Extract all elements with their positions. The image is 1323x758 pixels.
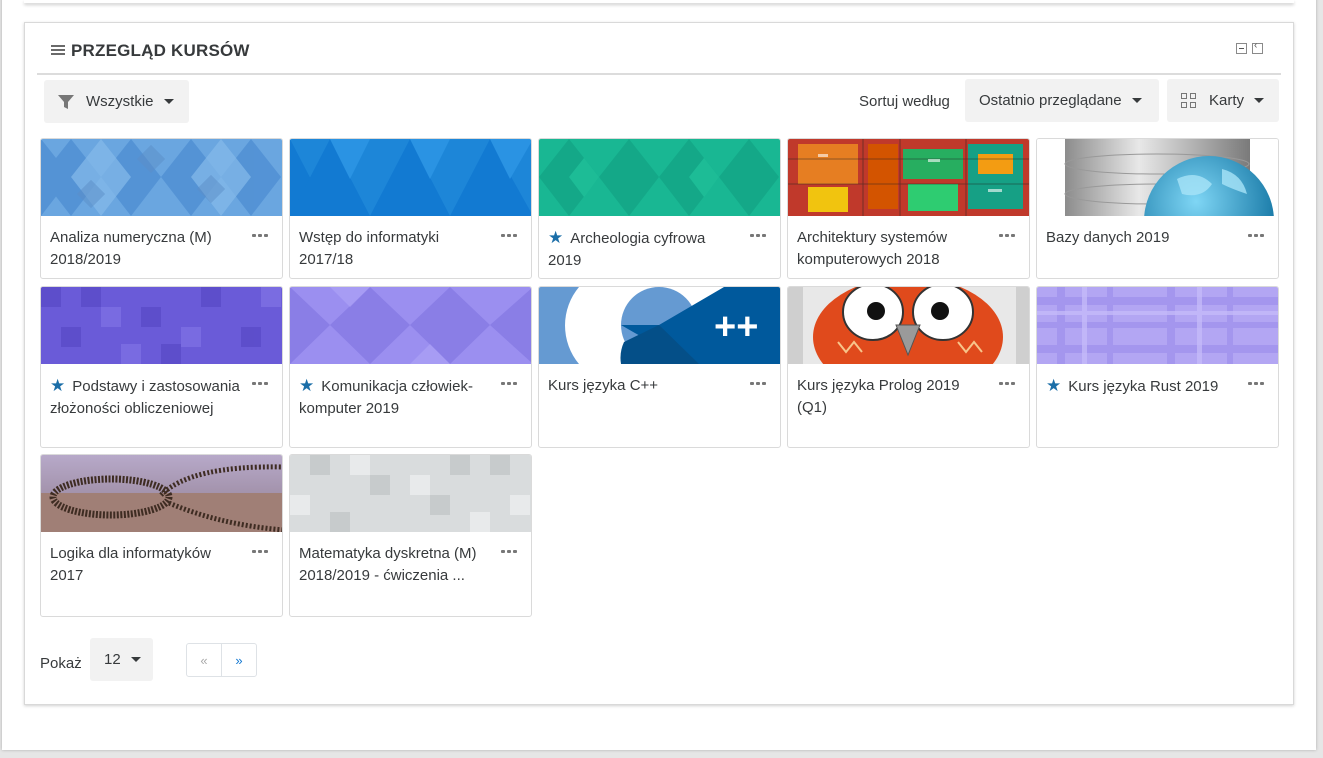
chevron-down-icon — [163, 99, 174, 104]
sort-value: Ostatnio przeglądane — [979, 92, 1122, 109]
view-label: Karty — [1209, 92, 1245, 109]
svg-text:++: ++ — [714, 306, 758, 348]
course-name-link[interactable]: Kurs języka C++ — [548, 377, 658, 394]
course-name-link[interactable]: Analiza numeryczna (M) 2018/2019 — [50, 229, 212, 268]
more-options-icon[interactable] — [1248, 382, 1264, 386]
course-card-body: ★ Podstawy i zastosowania złożoności obli… — [41, 364, 282, 420]
show-label: Pokaż — [40, 655, 82, 672]
course-name-link[interactable]: Wstęp do informatyki 2017/18 — [299, 229, 439, 268]
per-page-value: 12 — [104, 651, 121, 668]
course-card[interactable]: Architektury systemów komputerowych 2018 — [787, 138, 1030, 279]
chevron-down-icon — [1131, 98, 1142, 103]
course-image[interactable] — [41, 287, 282, 364]
course-image[interactable] — [1037, 287, 1278, 364]
course-card-body: Logika dla informatyków 2017 — [41, 532, 282, 587]
star-icon: ★ — [50, 376, 66, 395]
more-options-icon[interactable] — [750, 382, 766, 386]
course-card[interactable]: ++ Kurs języka C++ — [538, 286, 781, 448]
course-image[interactable] — [41, 455, 282, 532]
course-name-link[interactable]: Podstawy i zastosowania złożoności oblic… — [50, 378, 240, 417]
chevron-down-icon — [130, 657, 141, 662]
per-page-dropdown[interactable]: 12 — [90, 638, 153, 681]
hamburger-icon[interactable] — [51, 43, 65, 57]
course-card-body: ★ Komunikacja człowiek-komputer 2019 — [290, 364, 531, 420]
course-image[interactable] — [788, 287, 1029, 364]
view-dropdown-button[interactable]: Karty — [1167, 79, 1279, 122]
more-options-icon[interactable] — [252, 382, 268, 386]
course-name-link[interactable]: Matematyka dyskretna (M) 2018/2019 - ćwi… — [299, 545, 477, 584]
course-card[interactable]: ★ Kurs języka Rust 2019 — [1036, 286, 1279, 448]
next-page-button[interactable]: » — [222, 644, 256, 676]
course-card-body: Kurs języka C++ — [539, 364, 780, 397]
course-name-link[interactable]: Bazy danych 2019 — [1046, 229, 1169, 246]
course-image[interactable] — [788, 139, 1029, 216]
course-card[interactable]: Analiza numeryczna (M) 2018/2019 — [40, 138, 283, 279]
course-card-body: ★ Archeologia cyfrowa 2019 — [539, 216, 780, 272]
course-card[interactable]: Wstęp do informatyki 2017/18 — [289, 138, 532, 279]
course-image[interactable] — [290, 287, 531, 364]
course-image[interactable] — [290, 455, 531, 532]
course-name-link[interactable]: Komunikacja człowiek-komputer 2019 — [299, 378, 473, 417]
more-options-icon[interactable] — [252, 234, 268, 238]
course-card[interactable]: ★ Komunikacja człowiek-komputer 2019 — [289, 286, 532, 448]
grid-icon — [1181, 92, 1197, 109]
course-card[interactable]: ★ Podstawy i zastosowania złożoności obli… — [40, 286, 283, 448]
course-image[interactable] — [539, 139, 780, 216]
course-name-link[interactable]: Kurs języka Prolog 2019 (Q1) — [797, 377, 960, 416]
filter-label: Wszystkie — [86, 93, 154, 110]
star-icon: ★ — [1046, 376, 1062, 395]
course-card-body: Analiza numeryczna (M) 2018/2019 — [41, 216, 282, 271]
dock-block-icon[interactable] — [1252, 40, 1263, 54]
block-title: PRZEGLĄD KURSÓW — [71, 41, 250, 60]
course-name-link[interactable]: Archeologia cyfrowa 2019 — [548, 230, 705, 269]
filter-icon — [58, 94, 74, 109]
course-name-link[interactable]: Architektury systemów komputerowych 2018 — [797, 229, 947, 268]
more-options-icon[interactable] — [501, 550, 517, 554]
course-image[interactable]: ++ — [539, 287, 780, 364]
block-title-wrap: PRZEGLĄD KURSÓW — [51, 41, 250, 61]
more-options-icon[interactable] — [501, 382, 517, 386]
course-card[interactable]: Logika dla informatyków 2017 — [40, 454, 283, 617]
course-card-body: Matematyka dyskretna (M) 2018/2019 - ćwi… — [290, 532, 531, 587]
more-options-icon[interactable] — [999, 382, 1015, 386]
course-card[interactable]: Kurs języka Prolog 2019 (Q1) — [787, 286, 1030, 448]
sort-dropdown-button[interactable]: Ostatnio przeglądane — [965, 79, 1159, 122]
course-card-body: Wstęp do informatyki 2017/18 — [290, 216, 531, 271]
more-options-icon[interactable] — [1248, 234, 1264, 238]
more-options-icon[interactable] — [999, 234, 1015, 238]
star-icon: ★ — [299, 376, 315, 395]
course-card-body: Kurs języka Prolog 2019 (Q1) — [788, 364, 1029, 419]
course-image[interactable] — [1037, 139, 1278, 216]
previous-page-button[interactable]: « — [187, 644, 222, 676]
course-name-link[interactable]: Kurs języka Rust 2019 — [1068, 378, 1218, 395]
course-card[interactable]: Bazy danych 2019 — [1036, 138, 1279, 279]
chevron-down-icon — [1254, 98, 1265, 103]
course-overview-block: PRZEGLĄD KURSÓW Wszystkie Sortuj według … — [24, 22, 1294, 705]
previous-block-edge — [24, 0, 1294, 3]
course-card[interactable]: ★ Archeologia cyfrowa 2019 — [538, 138, 781, 279]
course-name-link[interactable]: Logika dla informatyków 2017 — [50, 545, 211, 584]
star-icon: ★ — [548, 228, 564, 247]
more-options-icon[interactable] — [750, 234, 766, 238]
course-image[interactable] — [290, 139, 531, 216]
pagination: « » — [186, 643, 257, 677]
more-options-icon[interactable] — [252, 550, 268, 554]
block-controls — [1236, 40, 1263, 54]
course-card-body: Bazy danych 2019 — [1037, 216, 1278, 249]
sort-label: Sortuj według — [859, 93, 950, 110]
block-header: PRZEGLĄD KURSÓW — [37, 39, 1281, 75]
course-image[interactable] — [41, 139, 282, 216]
filter-dropdown-button[interactable]: Wszystkie — [44, 80, 189, 123]
course-card-body: Architektury systemów komputerowych 2018 — [788, 216, 1029, 271]
collapse-block-icon[interactable] — [1236, 43, 1247, 54]
course-card[interactable]: Matematyka dyskretna (M) 2018/2019 - ćwi… — [289, 454, 532, 617]
more-options-icon[interactable] — [501, 234, 517, 238]
course-card-body: ★ Kurs języka Rust 2019 — [1037, 364, 1278, 398]
